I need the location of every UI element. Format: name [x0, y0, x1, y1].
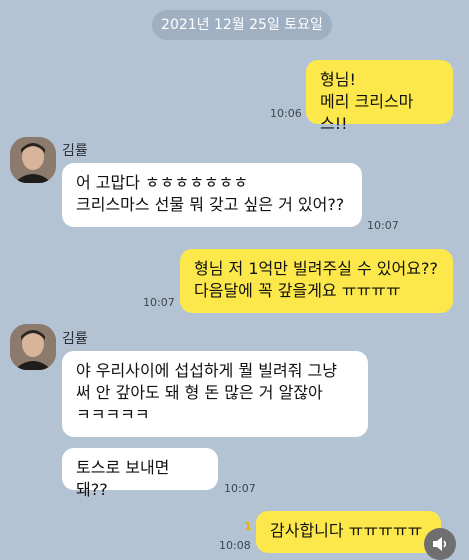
outgoing-message-1[interactable]: 형님! 메리 크리스마스!!: [306, 60, 453, 133]
unread-count: 1: [244, 520, 252, 533]
sender-name: 김률: [62, 331, 88, 347]
message-time-1: 10:06: [270, 107, 302, 120]
outgoing-message-2[interactable]: 형님 저 1억만 빌려주실 수 있어요?? 다음달에 꼭 갚을게요 ㅠㅠㅠㅠ: [180, 249, 453, 313]
date-separator: 2021년 12월 25일 토요일: [152, 10, 332, 40]
incoming-message-2[interactable]: 야 우리사이에 섭섭하게 뭘 빌려줘 그냥 써 안 갚아도 돼 형 돈 많은 거…: [62, 351, 368, 437]
incoming-message-1[interactable]: 어 고맙다 ㅎㅎㅎㅎㅎㅎㅎ 크리스마스 선물 뭐 갖고 싶은 거 있어??: [62, 163, 362, 227]
sender-name: 김률: [62, 143, 88, 159]
avatar[interactable]: [10, 137, 56, 183]
sound-button[interactable]: [424, 528, 456, 560]
message-time-5: 10:07: [224, 482, 256, 495]
message-time-6: 10:08: [219, 539, 251, 552]
message-time-3: 10:07: [143, 296, 175, 309]
avatar[interactable]: [10, 324, 56, 370]
profile-photo-icon: [10, 137, 56, 183]
profile-photo-icon: [10, 324, 56, 370]
message-time-2: 10:07: [367, 219, 399, 232]
speaker-icon: [433, 537, 447, 551]
incoming-message-3[interactable]: 토스로 보내면 돼??: [62, 448, 218, 499]
outgoing-message-3[interactable]: 감사합니다 ㅠㅠㅠㅠㅠ: [256, 511, 441, 553]
